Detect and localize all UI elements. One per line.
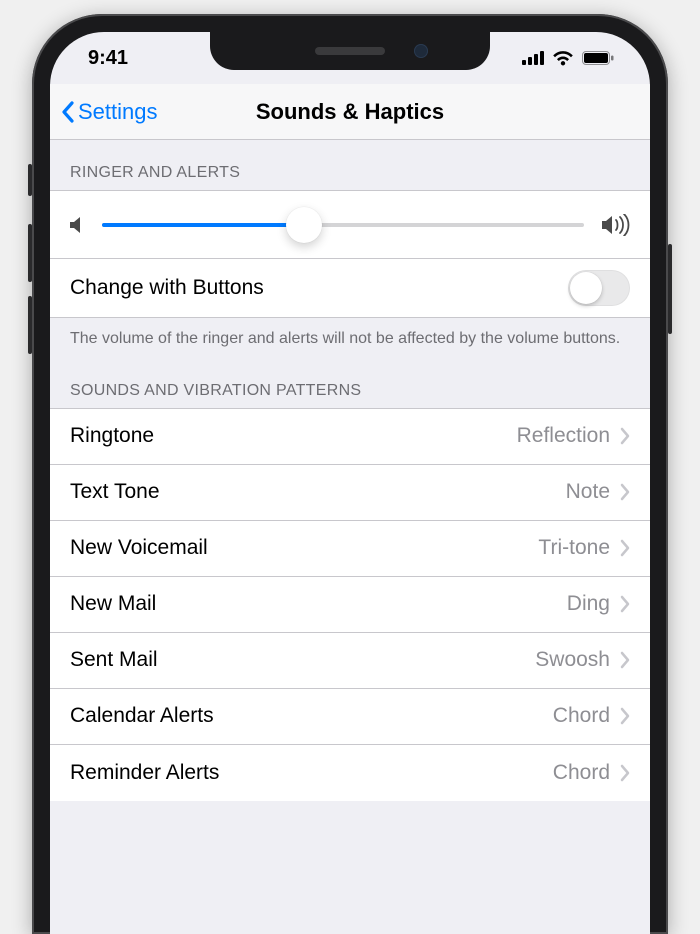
wifi-icon — [552, 50, 574, 66]
row-value: Swoosh — [535, 648, 610, 672]
chevron-left-icon — [60, 100, 76, 124]
volume-slider-row — [50, 191, 650, 259]
volume-down-hw — [28, 296, 32, 354]
earpiece — [315, 47, 385, 55]
row-ringtone[interactable]: Ringtone Reflection — [50, 409, 650, 465]
back-button[interactable]: Settings — [60, 99, 158, 125]
row-label: Reminder Alerts — [70, 761, 219, 785]
chevron-right-icon — [620, 651, 630, 669]
patterns-group: Ringtone Reflection Text Tone Note — [50, 408, 650, 801]
chevron-right-icon — [620, 595, 630, 613]
row-text-tone[interactable]: Text Tone Note — [50, 465, 650, 521]
row-value: Reflection — [517, 424, 610, 448]
volume-high-icon — [602, 214, 630, 236]
chevron-right-icon — [620, 707, 630, 725]
status-indicators — [522, 50, 614, 66]
row-label: New Voicemail — [70, 536, 208, 560]
row-value: Chord — [553, 704, 610, 728]
status-time: 9:41 — [88, 47, 128, 70]
chevron-right-icon — [620, 764, 630, 782]
volume-low-icon — [70, 216, 84, 234]
ringer-group: Change with Buttons — [50, 190, 650, 318]
row-reminder-alerts[interactable]: Reminder Alerts Chord — [50, 745, 650, 801]
slider-fill — [102, 223, 304, 227]
row-value: Chord — [553, 761, 610, 785]
notch — [210, 32, 490, 70]
row-label: Sent Mail — [70, 648, 158, 672]
section-header-ringer: RINGER AND ALERTS — [50, 140, 650, 190]
row-value: Ding — [567, 592, 610, 616]
row-calendar-alerts[interactable]: Calendar Alerts Chord — [50, 689, 650, 745]
chevron-right-icon — [620, 427, 630, 445]
battery-icon — [582, 51, 614, 65]
row-new-mail[interactable]: New Mail Ding — [50, 577, 650, 633]
chevron-right-icon — [620, 483, 630, 501]
cellular-icon — [522, 51, 544, 65]
change-with-buttons-toggle[interactable] — [568, 270, 630, 306]
screen: 9:41 — [50, 32, 650, 934]
row-value: Tri-tone — [538, 536, 610, 560]
nav-bar: Settings Sounds & Haptics — [50, 84, 650, 140]
change-with-buttons-label: Change with Buttons — [70, 276, 264, 300]
slider-thumb[interactable] — [286, 207, 322, 243]
row-sent-mail[interactable]: Sent Mail Swoosh — [50, 633, 650, 689]
chevron-right-icon — [620, 539, 630, 557]
volume-up-hw — [28, 224, 32, 282]
power-hw — [668, 244, 672, 334]
back-label: Settings — [78, 99, 158, 125]
row-label: Calendar Alerts — [70, 704, 214, 728]
row-label: New Mail — [70, 592, 156, 616]
ringer-footer: The volume of the ringer and alerts will… — [50, 318, 650, 358]
content: RINGER AND ALERTS — [50, 140, 650, 801]
mute-switch — [28, 164, 32, 196]
change-with-buttons-row[interactable]: Change with Buttons — [50, 259, 650, 317]
section-header-patterns: SOUNDS AND VIBRATION PATTERNS — [50, 358, 650, 408]
row-label: Ringtone — [70, 424, 154, 448]
row-new-voicemail[interactable]: New Voicemail Tri-tone — [50, 521, 650, 577]
front-camera — [414, 44, 428, 58]
row-value: Note — [566, 480, 610, 504]
device-frame: 9:41 — [0, 0, 700, 934]
phone-body: 9:41 — [32, 14, 668, 934]
row-label: Text Tone — [70, 480, 160, 504]
volume-slider[interactable] — [102, 223, 584, 227]
toggle-knob — [570, 272, 602, 304]
